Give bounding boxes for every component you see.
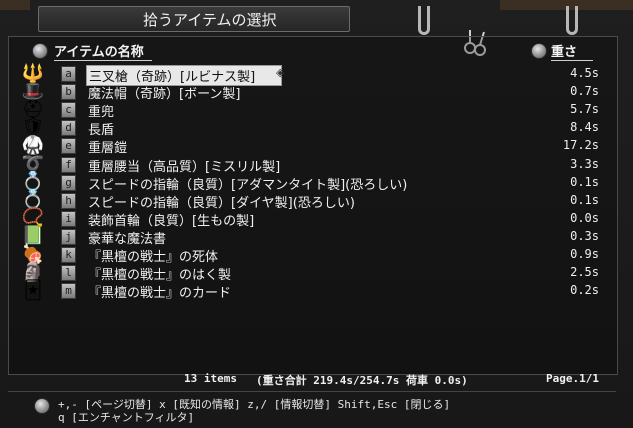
- item-key-badge[interactable]: c: [61, 102, 76, 119]
- item-row[interactable]: 🍖 k 『黒檀の戦士』の死体 0.9s: [0, 244, 633, 266]
- item-weight: 0.0s: [570, 210, 599, 225]
- item-weight: 5.7s: [570, 102, 599, 117]
- sort-weight-button[interactable]: [531, 43, 547, 59]
- hook-icon: [566, 6, 578, 35]
- column-header-weight[interactable]: 重さ: [551, 41, 593, 61]
- column-header-name[interactable]: アイテムの名称: [54, 41, 152, 61]
- item-key-badge[interactable]: b: [61, 84, 76, 101]
- item-key-badge[interactable]: m: [61, 283, 76, 300]
- item-key-badge[interactable]: h: [61, 192, 76, 209]
- item-name[interactable]: 『黒檀の戦士』のカード: [88, 282, 231, 301]
- item-row[interactable]: 🛡 d 長盾 8.4s: [0, 117, 633, 139]
- item-row[interactable]: 🗿 l 『黒檀の戦士』のはく製 2.5s: [0, 262, 633, 284]
- item-row[interactable]: ➰ f 重層腰当（高品質）[ミスリル製] 3.3s: [0, 153, 633, 175]
- item-key-badge[interactable]: d: [61, 120, 76, 137]
- window-title: 拾うアイテムの選択: [38, 6, 350, 32]
- frame-ornament-left: [0, 0, 30, 10]
- item-key-badge[interactable]: g: [61, 174, 76, 191]
- item-weight: 0.1s: [570, 192, 599, 207]
- item-weight: 8.4s: [570, 120, 599, 135]
- item-row[interactable]: 💍 h スピードの指輪（良質）[ダイヤ製](恐ろしい) 0.1s: [0, 189, 633, 211]
- item-weight: 17.2s: [562, 138, 599, 153]
- item-weight: 3.3s: [570, 156, 599, 171]
- item-key-badge[interactable]: e: [61, 138, 76, 155]
- item-weight: 0.2s: [570, 283, 599, 298]
- item-row[interactable]: 💍 g スピードの指輪（良質）[アダマンタイト製](恐ろしい) 0.1s: [0, 171, 633, 193]
- item-weight: 0.3s: [570, 228, 599, 243]
- item-weight: 0.7s: [570, 84, 599, 99]
- item-key-badge[interactable]: f: [61, 156, 76, 173]
- item-key-badge[interactable]: l: [61, 265, 76, 282]
- item-key-badge[interactable]: a: [61, 66, 76, 82]
- item-row[interactable]: 📗 j 豪華な魔法書 0.3s: [0, 225, 633, 247]
- sort-name-button[interactable]: [32, 43, 48, 59]
- item-weight: 0.1s: [570, 174, 599, 189]
- hook-icon: [418, 6, 430, 35]
- item-weight: 4.5s: [570, 66, 599, 80]
- item-row[interactable]: 🥋 e 重層鎧 17.2s: [0, 135, 633, 157]
- help-panel: +,- [ページ切替] x [既知の情報] z,/ [情報切替] Shift,E…: [8, 391, 616, 424]
- item-row[interactable]: ⛑ c 重兜 5.7s: [0, 99, 633, 121]
- item-weight: 0.9s: [570, 247, 599, 261]
- item-row[interactable]: 🎩 b 魔法帽（奇跡）[ボーン製] 0.7s: [0, 81, 633, 103]
- item-row[interactable]: 🃏 m 『黒檀の戦士』のカード 0.2s: [0, 279, 633, 302]
- item-weight: 2.5s: [570, 265, 599, 280]
- item-count: 13 items: [184, 372, 237, 385]
- weight-summary: (重さ合計 219.4s/254.7s 荷車 0.0s): [256, 374, 468, 387]
- selection-marker-icon: ◈: [276, 66, 285, 79]
- help-line-2: q [エンチャントフィルタ]: [58, 411, 195, 424]
- card-icon: 🃏: [23, 279, 43, 301]
- item-key-badge[interactable]: i: [61, 210, 76, 227]
- item-key-badge[interactable]: k: [61, 247, 76, 263]
- help-icon: [34, 398, 50, 414]
- item-pickup-window: 拾うアイテムの選択 アイテムの名称 重さ 🔱 a 三叉槍（奇跡）[ルビナス製] ◈ 4.…: [0, 0, 633, 428]
- page-indicator: Page.1/1: [546, 372, 599, 385]
- item-row[interactable]: 📿 i 装飾首輪（良質）[生もの製] 0.0s: [0, 207, 633, 229]
- item-row[interactable]: 🔱 a 三叉槍（奇跡）[ルビナス製] ◈ 4.5s: [0, 63, 633, 86]
- item-key-badge[interactable]: j: [61, 228, 76, 245]
- status-bar: 13 items (重さ合計 219.4s/254.7s 荷車 0.0s) Pa…: [0, 372, 633, 388]
